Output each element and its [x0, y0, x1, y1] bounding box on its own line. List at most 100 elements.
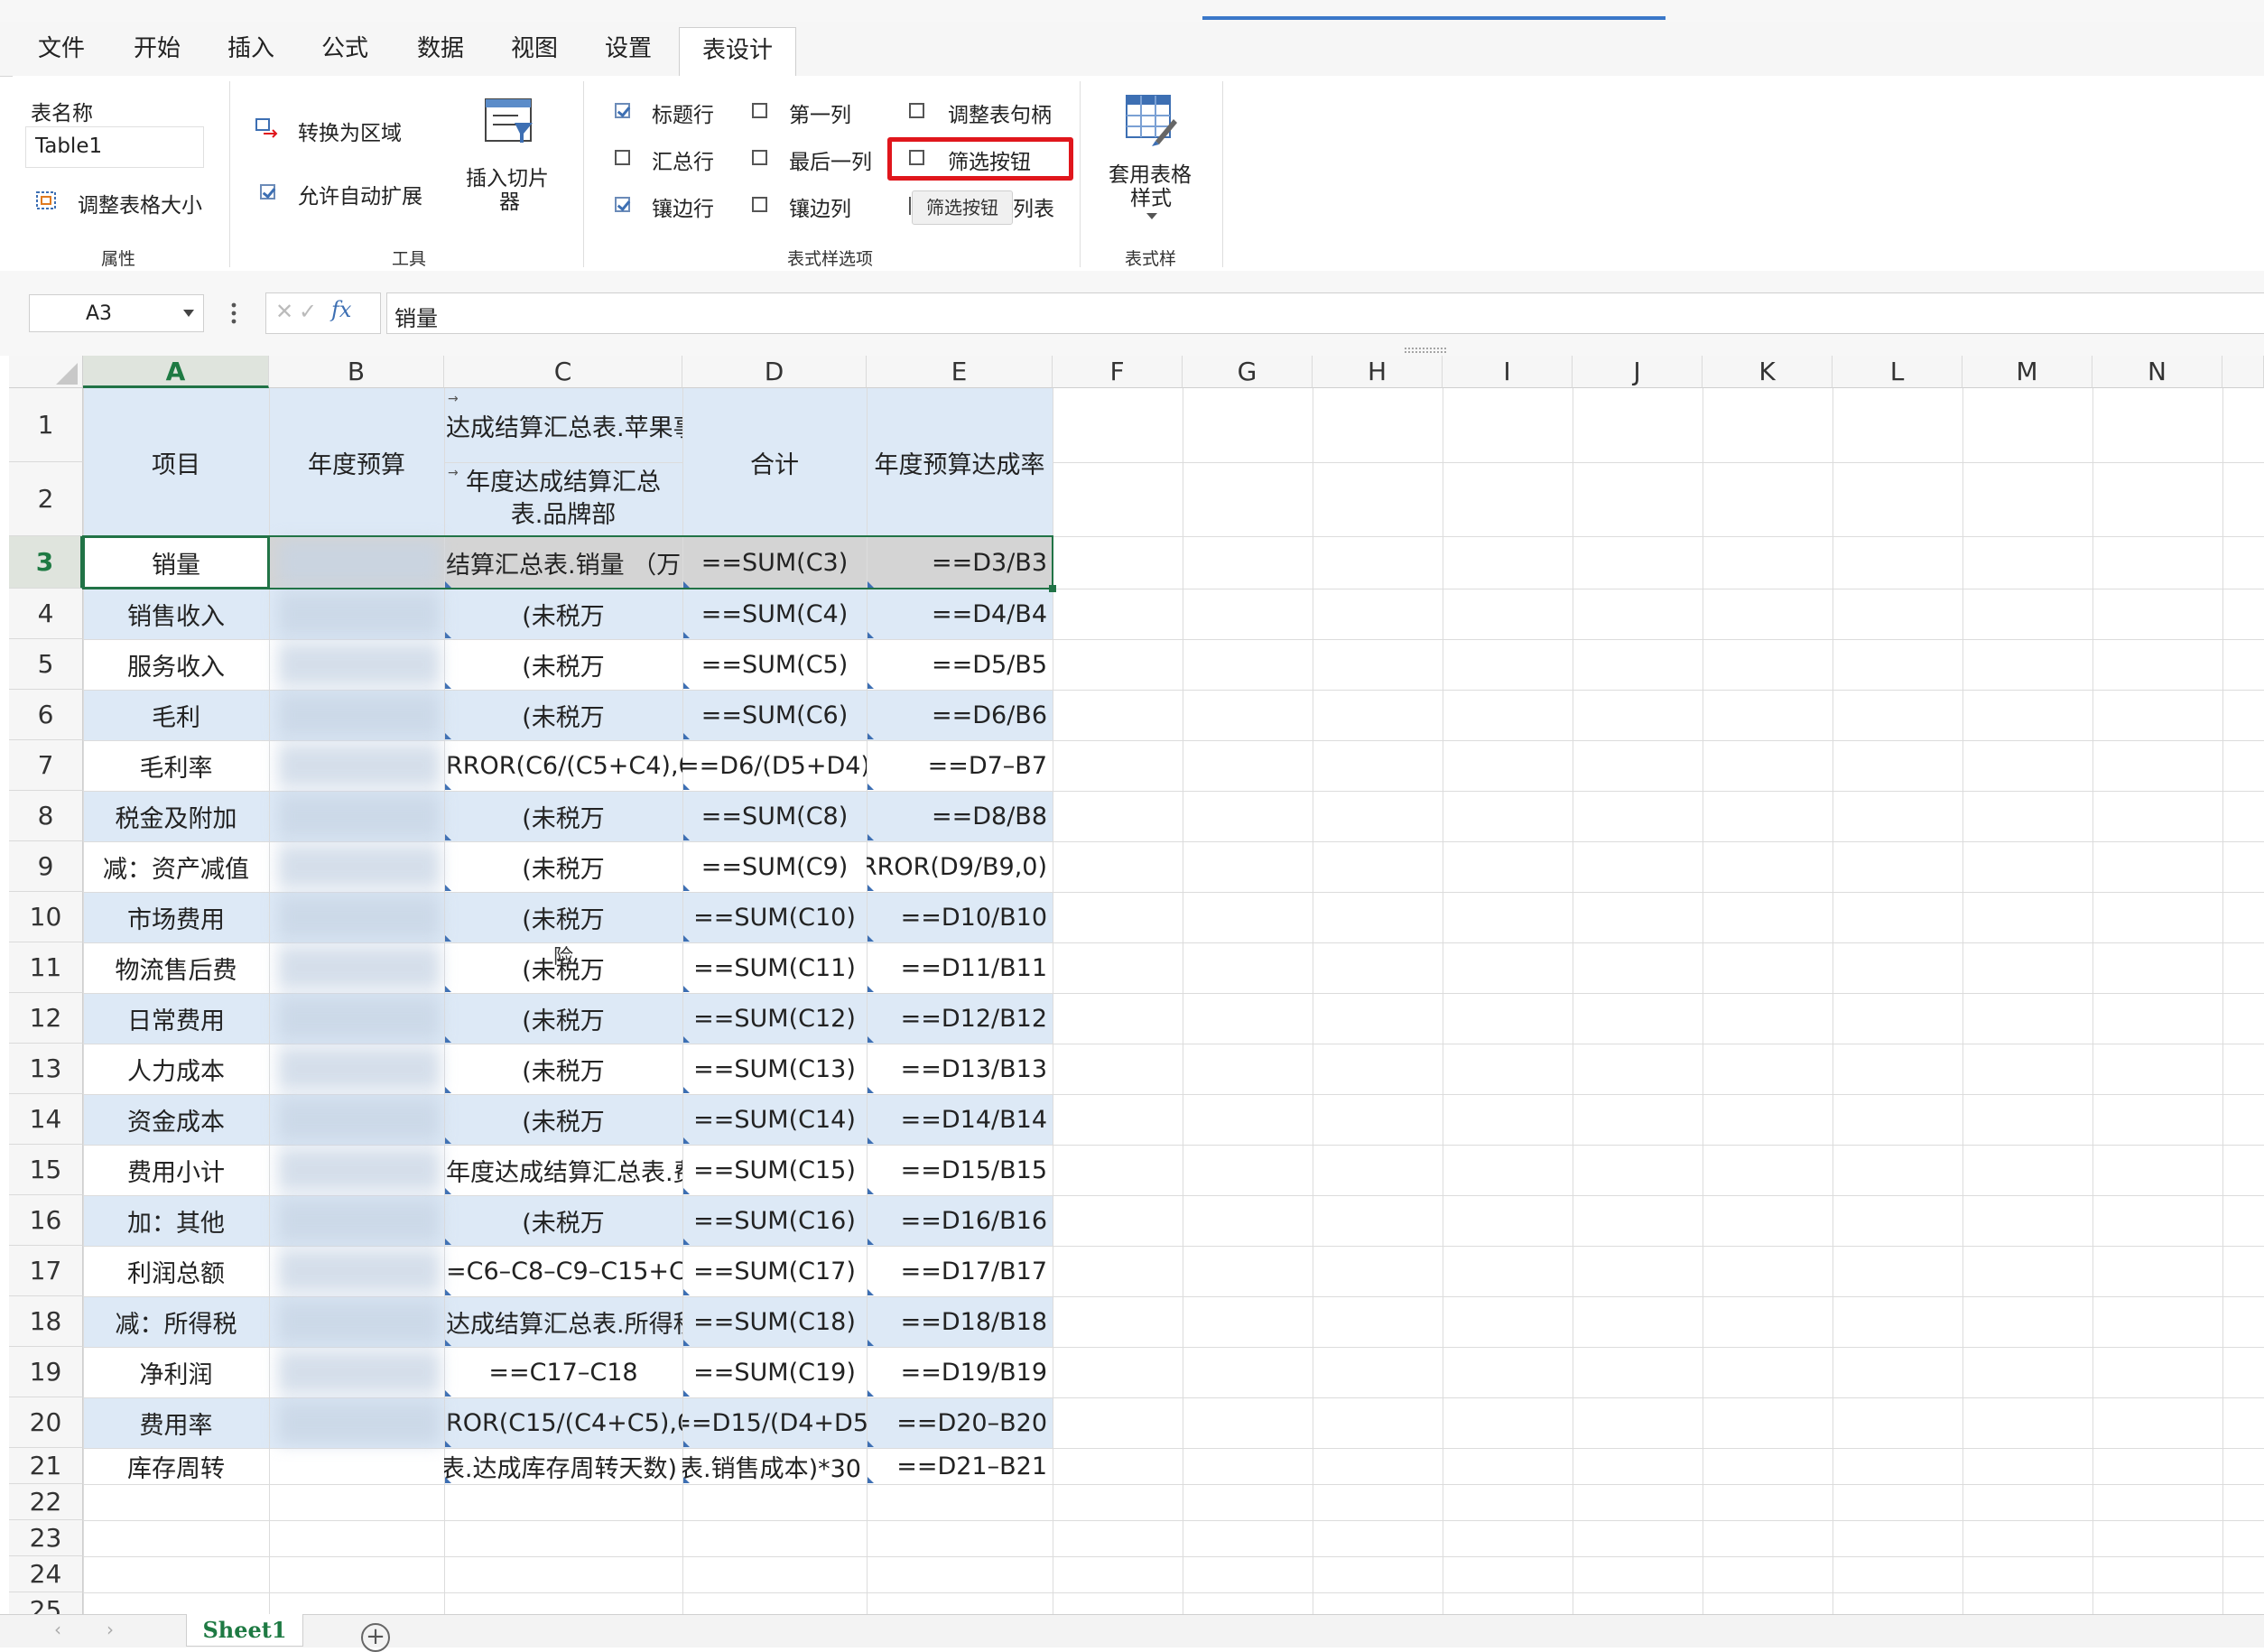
header-cell-c2[interactable]: 年度达成结算汇总 表.品牌部: [444, 462, 682, 536]
cell-c-row-18[interactable]: 达成结算汇总表.所得税: [444, 1296, 682, 1347]
table-name-input[interactable]: Table1: [25, 126, 204, 168]
cell-a-row-16[interactable]: 加：其他: [83, 1195, 269, 1246]
row-header-22[interactable]: 22: [9, 1484, 83, 1520]
cell-d-row-7[interactable]: ==D6/(D5+D4): [682, 740, 867, 791]
header-cell-total[interactable]: 合计: [682, 388, 867, 536]
cell-d-row-17[interactable]: ==SUM(C17): [682, 1246, 867, 1296]
last-column-checkbox[interactable]: [752, 150, 767, 165]
header-cell-item[interactable]: 项目: [83, 388, 269, 536]
row-header-21[interactable]: 21: [9, 1448, 83, 1484]
cell-e-row-16[interactable]: ==D16/B16: [867, 1195, 1053, 1246]
row-header-13[interactable]: 13: [9, 1044, 83, 1094]
cell-e-row-8[interactable]: ==D8/B8: [867, 791, 1053, 841]
row-header-11[interactable]: 11: [9, 942, 83, 993]
row-header-8[interactable]: 8: [9, 791, 83, 841]
confirm-icon[interactable]: ✓: [299, 299, 317, 324]
row-header-19[interactable]: 19: [9, 1347, 83, 1397]
cell-a-row-13[interactable]: 人力成本: [83, 1044, 269, 1094]
apply-table-style-button-line2[interactable]: 样式: [1130, 181, 1172, 211]
cell-c-row-20[interactable]: ROR(C15/(C4+C5),0): [444, 1397, 682, 1448]
cell-d-row-15[interactable]: ==SUM(C15): [682, 1145, 867, 1195]
total-row-checkbox[interactable]: [615, 150, 630, 165]
cell-a-row-9[interactable]: 减：资产减值: [83, 841, 269, 892]
cell-c-row-19[interactable]: ==C17–C18: [444, 1347, 682, 1397]
cell-e-row-15[interactable]: ==D15/B15: [867, 1145, 1053, 1195]
header-cell-c1[interactable]: 达成结算汇总表.苹果事: [444, 388, 682, 462]
cell-a-row-15[interactable]: 费用小计: [83, 1145, 269, 1195]
more-options-icon[interactable]: [231, 298, 237, 329]
cell-e-row-13[interactable]: ==D13/B13: [867, 1044, 1053, 1094]
row-header-2[interactable]: 2: [9, 462, 83, 536]
cell-d-row-5[interactable]: ==SUM(C5): [682, 639, 867, 690]
convert-to-range-button[interactable]: 转换为区域: [298, 116, 402, 146]
tab-formulas[interactable]: 公式: [318, 22, 372, 76]
row-header-16[interactable]: 16: [9, 1195, 83, 1246]
row-header-24[interactable]: 24: [9, 1556, 83, 1592]
cell-e-row-18[interactable]: ==D18/B18: [867, 1296, 1053, 1347]
tab-home[interactable]: 开始: [130, 22, 184, 76]
column-header-b[interactable]: B: [269, 356, 444, 388]
cell-c-row-16[interactable]: (未税万: [444, 1195, 682, 1246]
formula-bar-resize-handle[interactable]: [1405, 339, 1448, 353]
add-sheet-icon[interactable]: +: [361, 1623, 390, 1652]
cell-d-row-4[interactable]: ==SUM(C4): [682, 589, 867, 639]
cell-c-row-6[interactable]: (未税万: [444, 690, 682, 740]
cell-e-row-11[interactable]: ==D11/B11: [867, 942, 1053, 993]
name-box-dropdown-icon[interactable]: [183, 310, 194, 317]
row-header-6[interactable]: 6: [9, 690, 83, 740]
cell-a-row-8[interactable]: 税金及附加: [83, 791, 269, 841]
cell-a-row-20[interactable]: 费用率: [83, 1397, 269, 1448]
cell-d-row-21[interactable]: 表.销售成本)*30: [682, 1448, 867, 1484]
cell-a-row-6[interactable]: 毛利: [83, 690, 269, 740]
cell-c-row-10[interactable]: (未税万: [444, 892, 682, 942]
tab-insert[interactable]: 插入: [224, 22, 278, 76]
cell-c-row-15[interactable]: 年度达成结算汇总表.费: [444, 1145, 682, 1195]
row-header-9[interactable]: 9: [9, 841, 83, 892]
cell-c-row-5[interactable]: (未税万: [444, 639, 682, 690]
insert-slicer-button-line2[interactable]: 器: [499, 184, 520, 215]
banded-columns-checkbox[interactable]: [752, 197, 767, 212]
resize-table-button[interactable]: 调整表格大小: [78, 188, 202, 218]
column-header-c[interactable]: C: [444, 356, 682, 388]
resize-handle-checkbox[interactable]: [909, 103, 924, 118]
allow-auto-expand-checkbox[interactable]: [260, 184, 275, 200]
cell-d-row-11[interactable]: ==SUM(C11): [682, 942, 867, 993]
row-header-1[interactable]: 1: [9, 388, 83, 462]
cell-a-row-18[interactable]: 减：所得税: [83, 1296, 269, 1347]
cell-a-row-10[interactable]: 市场费用: [83, 892, 269, 942]
fill-handle[interactable]: [1049, 585, 1056, 592]
cell-e-row-7[interactable]: ==D7–B7: [867, 740, 1053, 791]
cell-c-row-4[interactable]: (未税万: [444, 589, 682, 639]
cell-c-row-7[interactable]: RROR(C6/(C5+C4),0): [444, 740, 682, 791]
cell-e-row-5[interactable]: ==D5/B5: [867, 639, 1053, 690]
cell-c-row-14[interactable]: (未税万: [444, 1094, 682, 1145]
cell-e-row-6[interactable]: ==D6/B6: [867, 690, 1053, 740]
row-header-14[interactable]: 14: [9, 1094, 83, 1145]
spreadsheet-grid[interactable]: A B C D E F G H I J K L M N 1 2 3 4 5 6 7 8 9 10 11 12 13 14 15 16 17 1…: [9, 356, 2264, 1614]
cell-c-row-13[interactable]: (未税万: [444, 1044, 682, 1094]
row-header-3[interactable]: 3: [9, 536, 83, 589]
cell-c-row-8[interactable]: (未税万: [444, 791, 682, 841]
column-header-m[interactable]: M: [1962, 356, 2092, 388]
column-header-k[interactable]: K: [1703, 356, 1833, 388]
cell-a-row-17[interactable]: 利润总额: [83, 1246, 269, 1296]
row-header-15[interactable]: 15: [9, 1145, 83, 1195]
tab-file[interactable]: 文件: [34, 22, 88, 76]
cell-c-row-21[interactable]: 9 表.达成库存周转天数): [444, 1448, 682, 1484]
cell-d-row-9[interactable]: ==SUM(C9): [682, 841, 867, 892]
tab-table-design[interactable]: 表设计: [679, 27, 796, 78]
cell-e-row-21[interactable]: ==D21–B21: [867, 1448, 1053, 1484]
cell-e-row-17[interactable]: ==D17/B17: [867, 1246, 1053, 1296]
column-header-e[interactable]: E: [867, 356, 1053, 388]
cell-d-row-14[interactable]: ==SUM(C14): [682, 1094, 867, 1145]
scroll-left-icon[interactable]: ‹: [54, 1619, 61, 1640]
cell-a-row-12[interactable]: 日常费用: [83, 993, 269, 1044]
sheet-tab-sheet1[interactable]: Sheet1: [186, 1614, 303, 1647]
select-all-corner[interactable]: [9, 356, 83, 388]
cell-d-row-19[interactable]: ==SUM(C19): [682, 1347, 867, 1397]
cell-a-row-5[interactable]: 服务收入: [83, 639, 269, 690]
column-header-a[interactable]: A: [83, 356, 269, 388]
tab-view[interactable]: 视图: [507, 22, 561, 76]
column-header-h[interactable]: H: [1313, 356, 1443, 388]
chevron-down-icon[interactable]: [1146, 213, 1157, 219]
